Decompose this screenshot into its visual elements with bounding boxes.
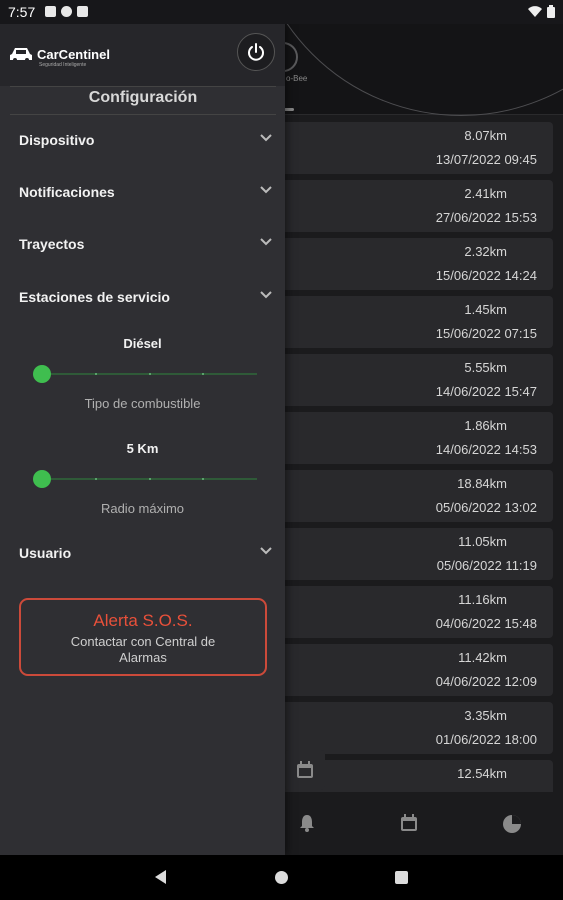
trip-distance: 5.55km <box>464 360 507 375</box>
trip-distance: 2.41km <box>464 186 507 201</box>
status-bar: 7:57 <box>0 0 563 24</box>
radius-slider-thumb[interactable] <box>33 470 51 488</box>
trip-date: 04/06/2022 12:09 <box>435 674 537 689</box>
sos-alert-button[interactable]: Alerta S.O.S. Contactar con Central de A… <box>19 598 267 676</box>
settings-drawer: CarCentinel Seguridad Inteligente Config… <box>0 24 285 855</box>
trip-distance: 3.35km <box>464 708 507 723</box>
wifi-icon <box>528 5 542 17</box>
car-icon <box>10 48 32 62</box>
radius-value: 5 Km <box>126 441 159 456</box>
trip-card[interactable]: 3.35km 01/06/2022 18:00 <box>280 702 553 754</box>
radius-caption: Radio máximo <box>100 501 185 516</box>
menu-label: Trayectos <box>19 236 85 252</box>
brand-tagline: Seguridad Inteligente <box>39 62 87 68</box>
fuel-type-slider-thumb[interactable] <box>33 365 51 383</box>
chevron-down-icon <box>260 547 272 555</box>
bell-icon[interactable] <box>298 814 316 832</box>
trip-date: 05/06/2022 13:02 <box>435 500 537 515</box>
slider-step <box>149 478 151 480</box>
trip-card[interactable]: 8.07km 13/07/2022 09:45 <box>280 122 553 174</box>
trip-card[interactable]: 11.16km 04/06/2022 15:48 <box>280 586 553 638</box>
tab-indicator <box>284 108 294 111</box>
slider-step <box>202 478 204 480</box>
chevron-down-icon <box>260 186 272 194</box>
recent-apps-icon[interactable] <box>395 871 408 884</box>
trip-date: 27/06/2022 15:53 <box>435 210 537 225</box>
status-system-icons <box>528 5 555 18</box>
menu-item-usuario[interactable]: Usuario <box>0 535 285 575</box>
calendar-filter-button[interactable] <box>285 750 325 790</box>
pie-chart-icon[interactable] <box>502 814 522 834</box>
trip-date: 04/06/2022 15:48 <box>435 616 537 631</box>
chevron-down-icon <box>260 291 272 299</box>
speed-gauge-arc <box>250 24 563 116</box>
trip-distance: 11.16km <box>458 592 507 607</box>
menu-label: Notificaciones <box>19 184 115 200</box>
slider-step <box>202 373 204 375</box>
calendar-icon[interactable] <box>400 814 418 832</box>
divider <box>10 114 276 115</box>
trip-card[interactable]: 2.32km 15/06/2022 14:24 <box>280 238 553 290</box>
logout-button[interactable] <box>237 33 275 71</box>
fuel-type-slider[interactable] <box>42 373 257 375</box>
status-time: 7:57 <box>8 4 36 20</box>
menu-item-trayectos[interactable]: Trayectos <box>0 226 285 266</box>
brand-name: CarCentinel <box>37 46 110 62</box>
trip-card[interactable]: 1.86km 14/06/2022 14:53 <box>280 412 553 464</box>
drawer-header: CarCentinel Seguridad Inteligente <box>0 24 285 86</box>
menu-item-notificaciones[interactable]: Notificaciones <box>0 174 285 214</box>
fuel-type-value: Diésel <box>123 336 162 351</box>
trip-distance: 8.07km <box>464 128 507 143</box>
menu-label: Dispositivo <box>19 132 95 148</box>
trip-date: 15/06/2022 07:15 <box>435 326 537 341</box>
calendar-icon <box>297 761 313 778</box>
trip-card[interactable]: 11.05km 05/06/2022 11:19 <box>280 528 553 580</box>
home-icon[interactable] <box>275 871 288 884</box>
slider-step <box>95 373 97 375</box>
trip-distance: 2.32km <box>464 244 507 259</box>
trip-distance: 12.54km <box>457 766 507 781</box>
trip-distance: 1.45km <box>464 302 507 317</box>
slider-step <box>95 478 97 480</box>
trip-card[interactable]: 18.84km 05/06/2022 13:02 <box>280 470 553 522</box>
carcentinel-logo: CarCentinel Seguridad Inteligente <box>9 46 110 68</box>
trip-date: 01/06/2022 18:00 <box>435 732 537 747</box>
trip-card[interactable]: 5.55km 14/06/2022 15:47 <box>280 354 553 406</box>
slider-step <box>149 373 151 375</box>
trip-date: 15/06/2022 14:24 <box>435 268 537 283</box>
menu-item-estaciones[interactable]: Estaciones de servicio <box>0 279 285 319</box>
chevron-down-icon <box>260 238 272 246</box>
status-notification-icons <box>45 6 88 17</box>
gauge-label: o-Bee <box>286 74 308 83</box>
app-notification-icon <box>61 6 72 17</box>
trip-distance: 18.84km <box>457 476 507 491</box>
trip-distance: 1.86km <box>464 418 507 433</box>
menu-item-dispositivo[interactable]: Dispositivo <box>0 122 285 162</box>
menu-label: Estaciones de servicio <box>19 289 170 305</box>
fuel-type-caption: Tipo de combustible <box>84 396 201 411</box>
back-icon[interactable] <box>155 870 166 884</box>
sos-subtitle: Contactar con Central de Alarmas <box>70 634 216 665</box>
trip-date: 05/06/2022 11:19 <box>436 558 537 573</box>
trip-distance: 11.42km <box>458 650 507 665</box>
power-icon <box>248 43 264 61</box>
battery-icon <box>547 5 555 18</box>
menu-label: Usuario <box>19 545 72 561</box>
car-notification-icon <box>45 6 56 17</box>
trip-card[interactable]: 2.41km 27/06/2022 15:53 <box>280 180 553 232</box>
trip-distance: 11.05km <box>458 534 507 549</box>
trip-card[interactable]: 11.42km 04/06/2022 12:09 <box>280 644 553 696</box>
sd-card-icon <box>77 6 88 17</box>
trip-date: 14/06/2022 15:47 <box>435 384 537 399</box>
trip-date: 14/06/2022 14:53 <box>435 442 537 457</box>
radius-slider[interactable] <box>42 478 257 480</box>
chevron-down-icon <box>260 134 272 142</box>
android-navigation-bar <box>0 855 563 900</box>
trip-card[interactable]: 1.45km 15/06/2022 07:15 <box>280 296 553 348</box>
sos-title: Alerta S.O.S. <box>93 611 193 630</box>
trip-date: 13/07/2022 09:45 <box>435 152 537 167</box>
drawer-title: Configuración <box>88 89 198 106</box>
